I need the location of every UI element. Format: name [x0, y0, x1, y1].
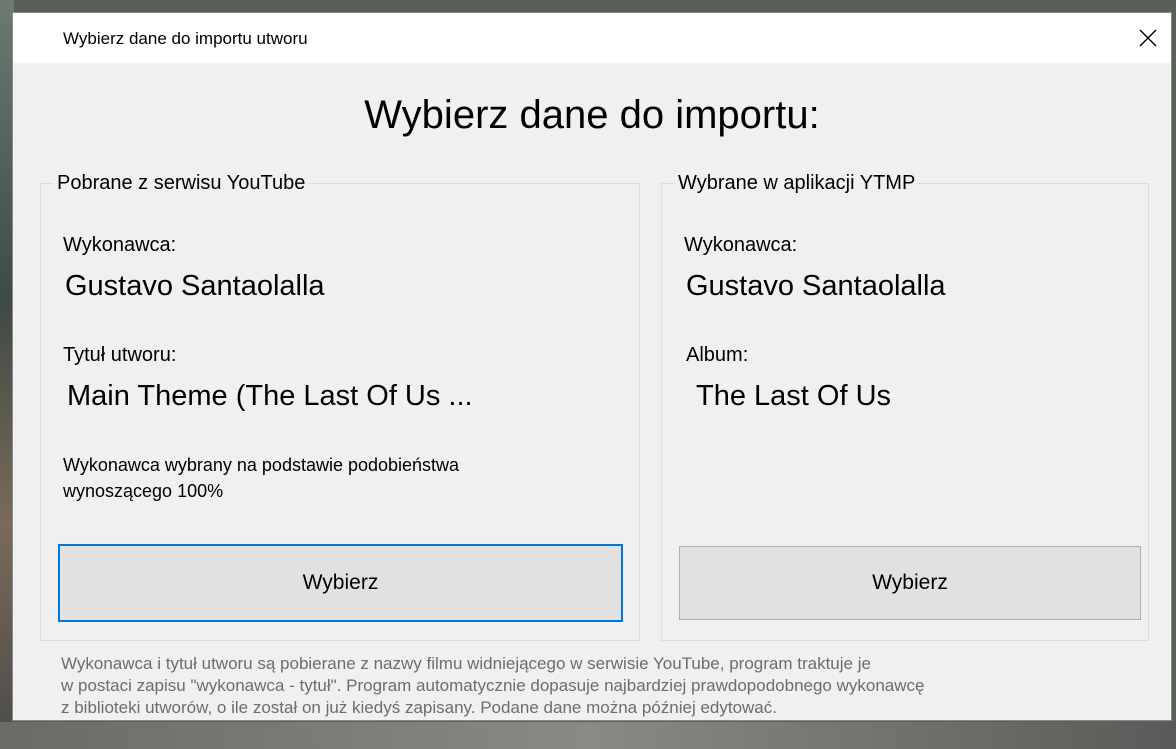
- import-dialog: Wybierz dane do importu utworu Wybierz d…: [12, 12, 1172, 721]
- footer-line-2: w postaci zapisu "wykonawca - tytuł". Pr…: [61, 676, 925, 695]
- ytmp-album-label: Album:: [686, 344, 749, 366]
- youtube-artist-label: Wykonawca:: [63, 234, 177, 256]
- desktop-taskbar-strip: [0, 722, 1176, 749]
- similarity-note-line-2: wynoszącego 100%: [63, 481, 224, 501]
- youtube-data-group: Pobrane z serwisu YouTube Wykonawca: Gus…: [40, 172, 640, 641]
- select-ytmp-button[interactable]: Wybierz: [679, 546, 1141, 620]
- ytmp-data-group: Wybrane w aplikacji YTMP Wykonawca: Gust…: [661, 172, 1149, 641]
- ytmp-album-value: The Last Of Us: [696, 380, 892, 412]
- youtube-title-value: Main Theme (The Last Of Us ...: [67, 380, 473, 412]
- footer-line-3: z biblioteki utworów, o ile został on ju…: [61, 698, 777, 717]
- dialog-heading: Wybierz dane do importu:: [364, 93, 820, 137]
- ytmp-artist-value: Gustavo Santaolalla: [686, 270, 946, 302]
- youtube-title-label: Tytuł utworu:: [63, 344, 177, 366]
- window-title: Wybierz dane do importu utworu: [63, 29, 308, 48]
- footer-line-1: Wykonawca i tytuł utworu są pobierane z …: [61, 654, 871, 673]
- close-button[interactable]: [1125, 13, 1171, 63]
- title-bar[interactable]: Wybierz dane do importu utworu: [13, 13, 1171, 63]
- ytmp-group-legend: Wybrane w aplikacji YTMP: [674, 172, 920, 195]
- ytmp-artist-label: Wykonawca:: [684, 234, 798, 256]
- select-youtube-button[interactable]: Wybierz: [58, 544, 623, 622]
- similarity-note-line-1: Wykonawca wybrany na podstawie podobieńs…: [63, 455, 460, 475]
- footer-description: Wykonawca i tytuł utworu są pobierane z …: [61, 653, 1161, 719]
- youtube-artist-value: Gustavo Santaolalla: [65, 270, 325, 302]
- youtube-group-legend: Pobrane z serwisu YouTube: [53, 172, 310, 195]
- close-icon: [1139, 29, 1157, 47]
- similarity-note: Wykonawca wybrany na podstawie podobieńs…: [63, 452, 459, 504]
